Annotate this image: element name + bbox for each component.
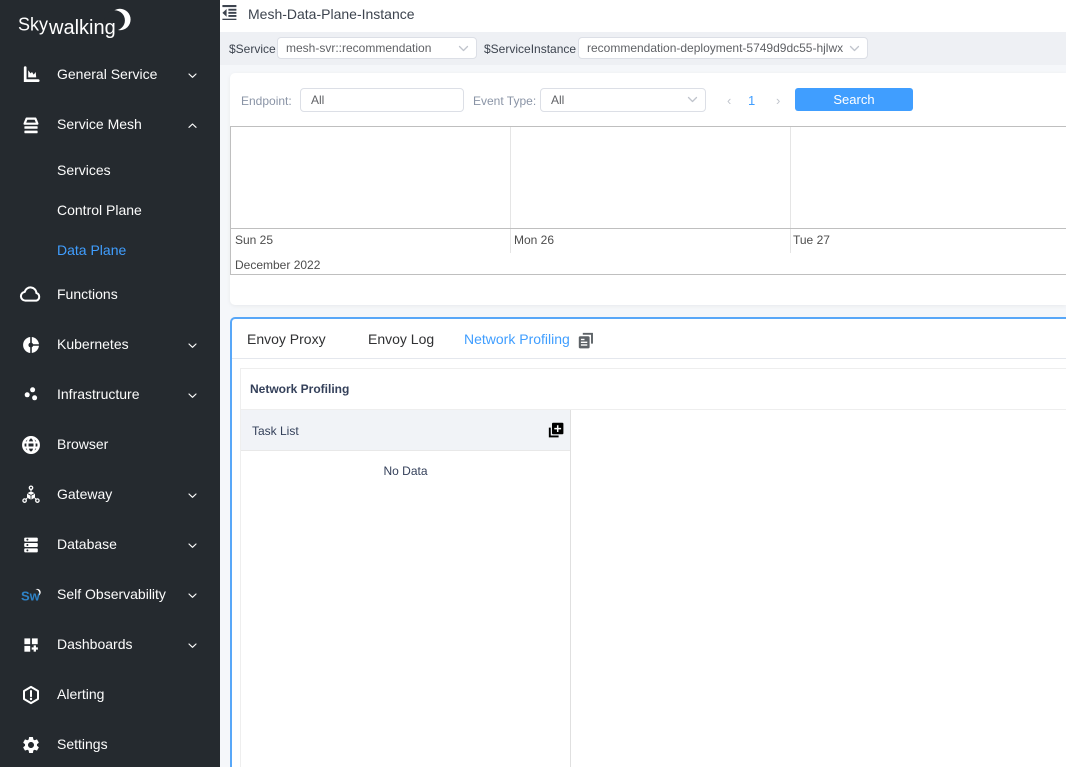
- svg-text:walking: walking: [48, 17, 116, 39]
- svg-text:Sw: Sw: [21, 589, 41, 604]
- svg-text:Sky: Sky: [18, 15, 48, 35]
